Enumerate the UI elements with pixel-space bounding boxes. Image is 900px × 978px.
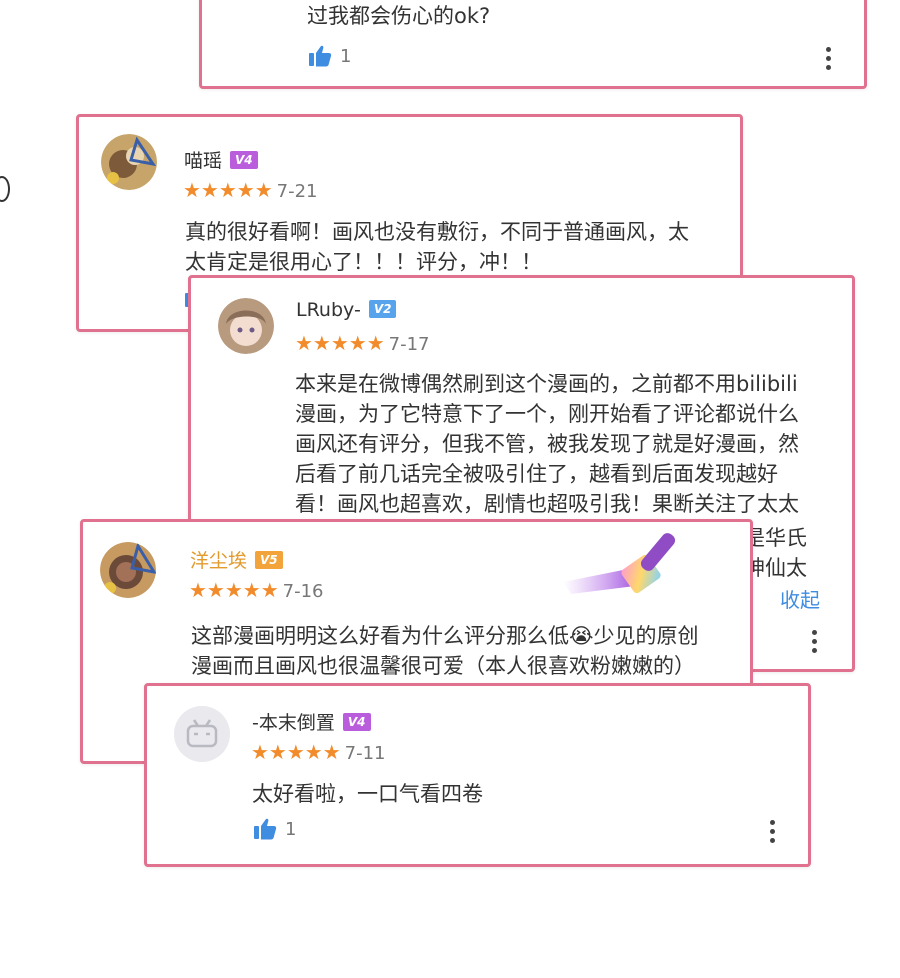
comment-text: 太好看啦，一口气看四卷	[252, 779, 483, 809]
avatar[interactable]	[100, 542, 156, 598]
rating-stars: ★★★★★ 7-11	[251, 740, 386, 764]
comment-text: 这部漫画明明这么好看为什么评分那么低😭少见的原创 漫画而且画风也很温馨很可爱（本…	[191, 621, 699, 681]
username-text: LRuby-	[296, 299, 361, 321]
comment-text-fragment: 神仙太	[744, 556, 807, 580]
more-options-icon[interactable]	[770, 820, 776, 847]
vip-badge: V5	[255, 551, 283, 569]
username[interactable]: 洋尘埃 V5	[190, 546, 283, 573]
comment-text-line: 漫画，为了它特意下了一个，刚开始看了评论都说什么	[295, 402, 799, 426]
rating-stars: ★★★★★ 7-16	[189, 578, 324, 602]
username[interactable]: -本末倒置 V4	[252, 708, 371, 735]
comment-text-fragment: 是华氏	[744, 526, 807, 550]
comment-text-line: 过我都会伤心的ok?	[307, 4, 491, 28]
star-icons: ★★★★★	[183, 178, 273, 202]
like-button[interactable]: 1	[308, 45, 351, 67]
username[interactable]: 喵瑶 V4	[184, 146, 258, 173]
star-icons: ★★★★★	[295, 331, 385, 355]
like-count: 1	[340, 45, 352, 67]
like-button[interactable]: 1	[253, 818, 296, 840]
username[interactable]: LRuby- V2	[296, 299, 397, 321]
more-options-icon[interactable]	[812, 630, 818, 657]
more-options-icon[interactable]	[826, 47, 832, 74]
rating-stars: ★★★★★ 7-17	[295, 331, 430, 355]
comment-text-line: 后看了前几话完全被吸引住了，越看到后面发现越好	[295, 462, 778, 486]
comment-text-line: 看！画风也超喜欢，剧情也超吸引我！果断关注了太太	[295, 492, 799, 516]
star-icons: ★★★★★	[189, 578, 279, 602]
edge-fragment	[0, 176, 10, 202]
avatar[interactable]	[101, 134, 157, 190]
comment-date: 7-16	[282, 581, 324, 602]
thumbs-up-icon	[254, 818, 277, 840]
avatar[interactable]	[174, 706, 230, 762]
username-text: 洋尘埃	[190, 550, 248, 572]
comment-text: 真的很好看啊！画风也没有敷衍，不同于普通画风，太 太肯定是很用心了！！！评分，冲…	[185, 217, 689, 277]
comment-date: 7-17	[388, 334, 430, 355]
comment-text-line: 本来是在微博偶然刷到这个漫画的，之前都不用bilibili	[295, 372, 798, 396]
comment-text-line: 真的很好看啊！画风也没有敷衍，不同于普通画风，太	[185, 220, 689, 244]
comment-text-line: 这部漫画明明这么好看为什么评分那么低😭少见的原创	[191, 624, 699, 648]
vip-badge: V4	[342, 713, 371, 731]
thumbs-up-icon	[309, 45, 332, 67]
vip-badge: V4	[230, 151, 258, 169]
comment-date: 7-11	[344, 743, 386, 764]
comment-date: 7-21	[276, 181, 318, 202]
collapse-link[interactable]: 收起	[780, 584, 820, 613]
vip-badge: V2	[368, 300, 397, 318]
comment-text: 本来是在微博偶然刷到这个漫画的，之前都不用bilibili 漫画，为了它特意下了…	[295, 369, 799, 519]
username-text: 喵瑶	[184, 150, 223, 172]
comment-text: 过我都会伤心的ok?	[307, 1, 490, 31]
rating-stars: ★★★★★ 7-21	[183, 178, 318, 202]
username-text: -本末倒置	[252, 712, 335, 734]
avatar[interactable]	[218, 298, 274, 354]
comment-text-line: 太好看啦，一口气看四卷	[252, 782, 483, 806]
paintbrush-decoration-icon	[563, 524, 693, 604]
star-icons: ★★★★★	[251, 740, 341, 764]
comment-card-top: 过我都会伤心的ok? 1	[199, 0, 867, 89]
comment-card-benmodaozhi: -本末倒置 V4 ★★★★★ 7-11 太好看啦，一口气看四卷 1	[144, 683, 811, 867]
like-count: 1	[285, 818, 297, 840]
comment-text-line: 漫画而且画风也很温馨很可爱（本人很喜欢粉嫩嫩的）	[191, 654, 695, 678]
comment-text-line: 画风还有评分，但我不管，被我发现了就是好漫画，然	[295, 432, 799, 456]
comment-text-line: 太肯定是很用心了！！！评分，冲！！	[185, 250, 542, 274]
